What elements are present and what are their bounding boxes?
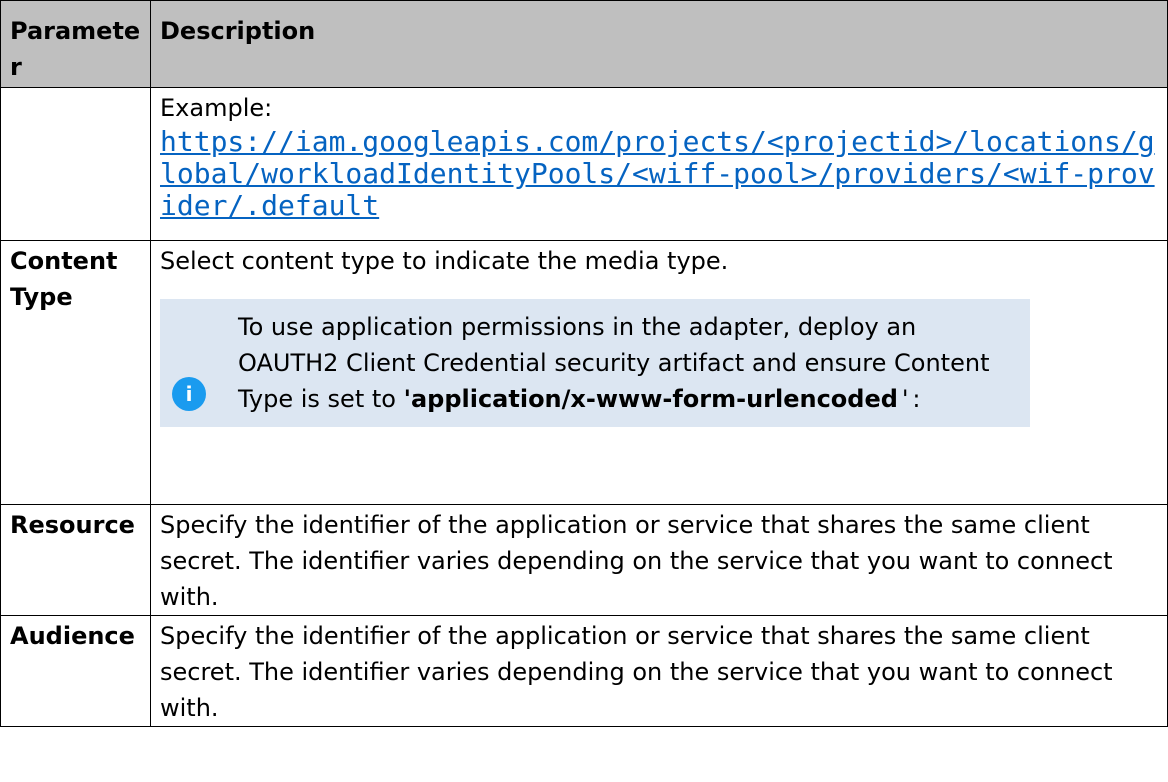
parameter-cell: Audience [0,615,151,727]
note-bold-value: 'application/x-www-form-urlencoded [403,385,898,413]
table-row: Content Type Select content type to indi… [0,240,1168,505]
header-description: Description [150,0,1168,88]
table-row: Audience Specify the identifier of the a… [0,615,1168,727]
parameter-table: Parameter Description Example: https://i… [0,0,1168,727]
description-cell: Specify the identifier of the applicatio… [150,615,1168,727]
note-text-after: : [912,385,921,413]
table-row: Resource Specify the identifier of the a… [0,504,1168,616]
table-row: Example: https://iam.googleapis.com/proj… [0,87,1168,241]
header-parameter: Parameter [0,0,151,88]
parameter-cell [0,87,151,241]
example-url-link[interactable]: https://iam.googleapis.com/projects/<pro… [160,126,1157,222]
description-cell: Specify the identifier of the applicatio… [150,504,1168,616]
note-closing-quote: ' [897,385,913,413]
parameter-cell: Content Type [0,240,151,505]
table-header-row: Parameter Description [0,0,1168,88]
description-text: Select content type to indicate the medi… [160,247,729,275]
info-icon: i [172,377,206,411]
example-label: Example: [160,94,273,122]
description-cell: Select content type to indicate the medi… [150,240,1168,505]
description-cell: Example: https://iam.googleapis.com/proj… [150,87,1168,241]
parameter-cell: Resource [0,504,151,616]
info-note: i To use application permissions in the … [160,299,1030,427]
